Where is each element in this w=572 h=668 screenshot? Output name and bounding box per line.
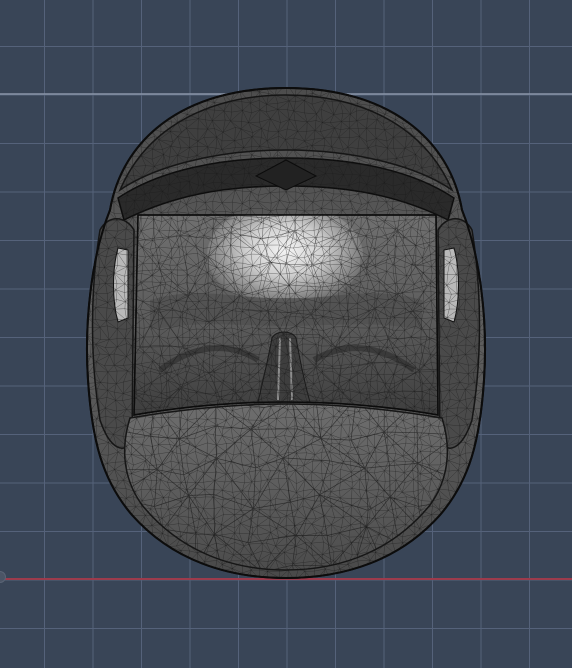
3d-viewport[interactable] xyxy=(0,0,572,668)
helmet-model[interactable] xyxy=(0,0,572,668)
